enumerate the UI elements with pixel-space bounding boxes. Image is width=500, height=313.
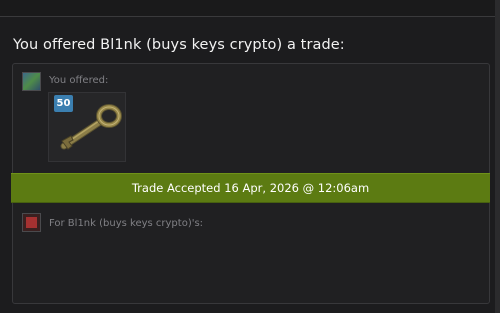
key-icon bbox=[60, 104, 122, 150]
your-avatar[interactable] bbox=[22, 72, 41, 91]
you-offered-label: You offered: bbox=[49, 75, 109, 86]
partner-avatar[interactable] bbox=[22, 213, 41, 232]
scrollbar-track[interactable] bbox=[495, 0, 500, 313]
trade-status-banner: Trade Accepted 16 Apr, 2026 @ 12:06am bbox=[11, 173, 490, 203]
for-partner-label: For Bl1nk (buys keys crypto)'s: bbox=[49, 218, 204, 229]
top-strip bbox=[0, 0, 500, 17]
partner-avatar-image bbox=[26, 217, 37, 228]
trade-title: You offered Bl1nk (buys keys crypto) a t… bbox=[13, 37, 345, 53]
